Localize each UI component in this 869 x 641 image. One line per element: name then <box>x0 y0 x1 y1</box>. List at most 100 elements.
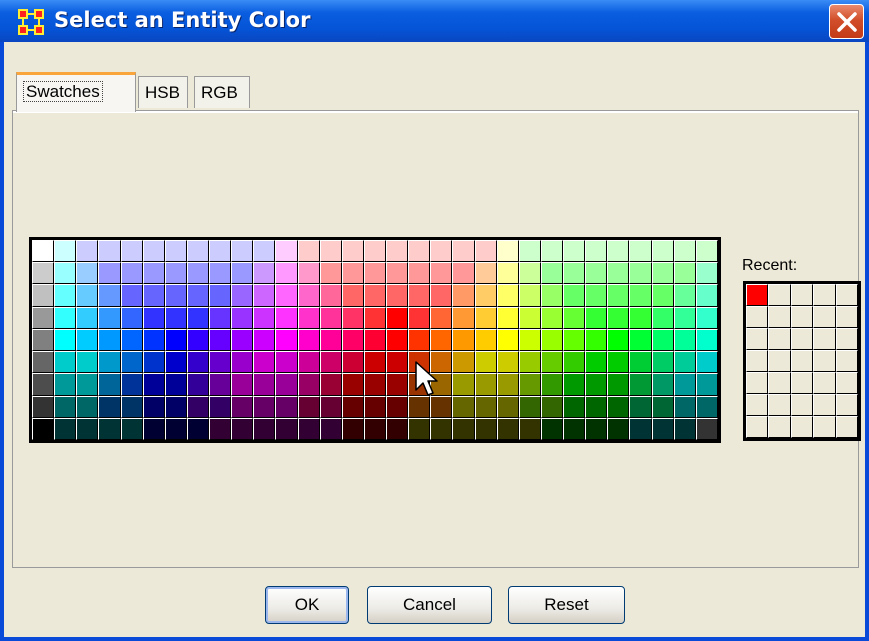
color-swatch[interactable] <box>32 395 55 418</box>
color-swatch[interactable] <box>629 373 652 396</box>
recent-swatch[interactable] <box>768 306 791 328</box>
color-swatch[interactable] <box>695 306 718 329</box>
color-swatch[interactable] <box>319 306 342 329</box>
color-swatch[interactable] <box>518 351 541 374</box>
color-swatch[interactable] <box>275 395 298 418</box>
color-swatch[interactable] <box>540 373 564 396</box>
color-swatch[interactable] <box>341 306 364 329</box>
color-swatch[interactable] <box>142 262 165 285</box>
color-swatch[interactable] <box>142 417 165 440</box>
color-swatch[interactable] <box>98 373 121 396</box>
color-swatch[interactable] <box>452 395 475 418</box>
color-swatch[interactable] <box>164 328 187 352</box>
title-bar[interactable]: Select an Entity Color <box>0 0 869 42</box>
recent-swatch[interactable] <box>790 328 814 350</box>
close-button[interactable] <box>829 4 864 39</box>
tab-swatches[interactable]: Swatches <box>16 72 136 112</box>
tab-hsb[interactable]: HSB <box>138 76 188 108</box>
recent-swatch[interactable] <box>835 350 858 372</box>
color-swatch[interactable] <box>430 328 453 352</box>
color-swatch[interactable] <box>386 240 409 263</box>
color-swatch[interactable] <box>164 306 187 329</box>
color-swatch[interactable] <box>629 417 652 440</box>
color-swatch[interactable] <box>142 373 165 396</box>
color-swatch[interactable] <box>430 262 453 285</box>
tab-rgb[interactable]: RGB <box>194 76 250 108</box>
color-swatch[interactable] <box>540 284 564 307</box>
color-swatch[interactable] <box>474 306 497 329</box>
color-swatch[interactable] <box>76 262 99 285</box>
color-swatch[interactable] <box>98 351 121 374</box>
color-swatch[interactable] <box>518 328 541 352</box>
recent-swatch[interactable] <box>746 328 769 350</box>
color-swatch[interactable] <box>540 395 564 418</box>
color-swatch[interactable] <box>540 262 564 285</box>
recent-swatch[interactable] <box>746 284 769 306</box>
color-swatch[interactable] <box>607 328 630 352</box>
recent-swatch[interactable] <box>835 372 858 394</box>
color-swatch[interactable] <box>518 240 541 263</box>
color-swatch[interactable] <box>540 306 564 329</box>
color-swatch[interactable] <box>253 351 276 374</box>
color-swatch[interactable] <box>341 284 364 307</box>
color-swatch[interactable] <box>319 240 342 263</box>
color-swatch[interactable] <box>452 306 475 329</box>
color-swatch[interactable] <box>253 262 276 285</box>
color-swatch[interactable] <box>363 351 387 374</box>
color-swatch[interactable] <box>54 351 77 374</box>
color-swatch[interactable] <box>142 306 165 329</box>
color-swatch[interactable] <box>585 262 608 285</box>
recent-swatch[interactable] <box>790 284 814 306</box>
color-swatch[interactable] <box>186 351 210 374</box>
recent-swatch[interactable] <box>813 284 836 306</box>
color-swatch[interactable] <box>341 262 364 285</box>
color-swatch[interactable] <box>563 373 586 396</box>
color-swatch[interactable] <box>673 240 696 263</box>
color-swatch[interactable] <box>386 395 409 418</box>
color-swatch[interactable] <box>452 284 475 307</box>
color-swatch[interactable] <box>275 373 298 396</box>
color-swatch[interactable] <box>209 306 232 329</box>
color-swatch[interactable] <box>341 328 364 352</box>
color-swatch[interactable] <box>76 417 99 440</box>
color-swatch[interactable] <box>496 284 519 307</box>
color-swatch[interactable] <box>32 373 55 396</box>
recent-swatch[interactable] <box>768 284 791 306</box>
recent-swatch[interactable] <box>746 372 769 394</box>
color-swatch[interactable] <box>408 417 431 440</box>
color-swatch[interactable] <box>54 306 77 329</box>
color-swatch[interactable] <box>607 284 630 307</box>
color-swatch[interactable] <box>629 284 652 307</box>
color-swatch[interactable] <box>695 417 718 440</box>
color-swatch[interactable] <box>164 395 187 418</box>
color-swatch[interactable] <box>275 328 298 352</box>
color-swatch[interactable] <box>32 417 55 440</box>
color-swatch[interactable] <box>341 395 364 418</box>
color-swatch[interactable] <box>363 417 387 440</box>
color-swatch[interactable] <box>563 351 586 374</box>
color-swatch[interactable] <box>695 240 718 263</box>
color-swatch[interactable] <box>408 240 431 263</box>
color-swatch[interactable] <box>585 328 608 352</box>
color-swatch[interactable] <box>430 284 453 307</box>
color-swatch[interactable] <box>186 284 210 307</box>
color-swatch[interactable] <box>563 284 586 307</box>
color-swatch[interactable] <box>319 351 342 374</box>
color-swatch[interactable] <box>408 328 431 352</box>
color-swatch[interactable] <box>518 373 541 396</box>
color-swatch[interactable] <box>186 328 210 352</box>
color-swatch[interactable] <box>496 328 519 352</box>
color-swatch[interactable] <box>518 262 541 285</box>
color-swatch[interactable] <box>297 284 320 307</box>
color-swatch[interactable] <box>496 351 519 374</box>
color-swatch[interactable] <box>386 328 409 352</box>
recent-swatch[interactable] <box>768 350 791 372</box>
color-swatch[interactable] <box>496 240 519 263</box>
color-swatch[interactable] <box>231 240 254 263</box>
color-swatch[interactable] <box>363 284 387 307</box>
color-swatch[interactable] <box>585 351 608 374</box>
color-swatch[interactable] <box>275 306 298 329</box>
color-swatch[interactable] <box>673 395 696 418</box>
color-swatch[interactable] <box>363 262 387 285</box>
color-swatch[interactable] <box>673 328 696 352</box>
